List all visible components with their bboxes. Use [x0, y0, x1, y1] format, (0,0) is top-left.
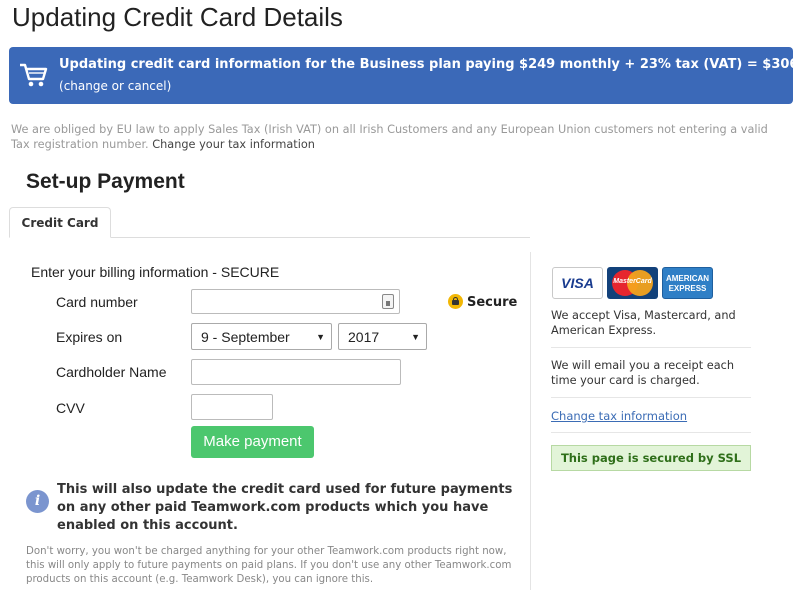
change-tax-information-link[interactable]: Change tax information — [551, 409, 687, 423]
amex-line-1: AMERICAN — [665, 274, 710, 283]
amex-line-2: EXPRESS — [668, 284, 707, 293]
sidebar-divider — [551, 432, 751, 433]
section-title: Set-up Payment — [26, 170, 185, 193]
plan-banner: Updating credit card information for the… — [9, 47, 796, 104]
cvv-label: CVV — [56, 400, 85, 416]
cardholder-label: Cardholder Name — [56, 364, 167, 380]
cvv-field[interactable] — [191, 394, 273, 420]
info-icon: i — [26, 490, 49, 513]
lock-icon — [448, 294, 463, 309]
plan-banner-actions: (change or cancel) — [59, 79, 171, 93]
sidebar-divider — [551, 397, 751, 398]
plan-banner-message: Updating credit card information for the… — [59, 57, 796, 72]
expiry-year-select[interactable]: 2017 ▼ — [338, 323, 427, 350]
make-payment-button[interactable]: Make payment — [191, 426, 314, 458]
column-divider — [530, 252, 531, 590]
card-autofill-icon — [382, 294, 394, 309]
expiry-month-select[interactable]: 9 - September ▼ — [191, 323, 332, 350]
paren-close: ) — [166, 79, 172, 93]
eu-vat-notice: We are obliged by EU law to apply Sales … — [11, 122, 786, 152]
billing-heading: Enter your billing information - SECURE — [31, 264, 280, 280]
receipt-text: We will email you a receipt each time yo… — [551, 359, 734, 387]
tab-credit-card[interactable]: Credit Card — [9, 207, 111, 238]
chevron-down-icon: ▼ — [316, 332, 325, 342]
card-number-label: Card number — [56, 294, 138, 310]
mastercard-logo-text: MasterCard — [613, 278, 652, 285]
change-your-tax-information-link[interactable]: Change your tax information — [152, 138, 315, 151]
expiry-year-value: 2017 — [348, 329, 380, 345]
chevron-down-icon: ▼ — [411, 332, 420, 342]
shopping-cart-icon — [20, 63, 48, 87]
secure-label: Secure — [467, 295, 518, 310]
sidebar-divider — [551, 347, 751, 348]
future-payments-notice: This will also update the credit card us… — [57, 482, 513, 533]
eu-vat-notice-text: We are obliged by EU law to apply Sales … — [11, 123, 768, 151]
secure-indicator: Secure — [448, 294, 517, 310]
card-number-field[interactable] — [191, 289, 400, 314]
expires-label: Expires on — [56, 329, 123, 345]
page-title: Updating Credit Card Details — [12, 2, 343, 32]
expiry-month-value: 9 - September — [201, 329, 290, 345]
change-or-cancel-link[interactable]: change or cancel — [64, 79, 167, 93]
american-express-logo: AMERICAN EXPRESS — [662, 267, 713, 299]
mastercard-logo: MasterCard — [607, 267, 658, 299]
fine-print: Don't worry, you won't be charged anythi… — [26, 546, 512, 585]
ssl-badge: This page is secured by SSL — [551, 445, 751, 471]
cardholder-name-field[interactable] — [191, 359, 401, 385]
accepted-cards-text: We accept Visa, Mastercard, and American… — [551, 309, 736, 337]
visa-logo: VISA — [552, 267, 603, 299]
